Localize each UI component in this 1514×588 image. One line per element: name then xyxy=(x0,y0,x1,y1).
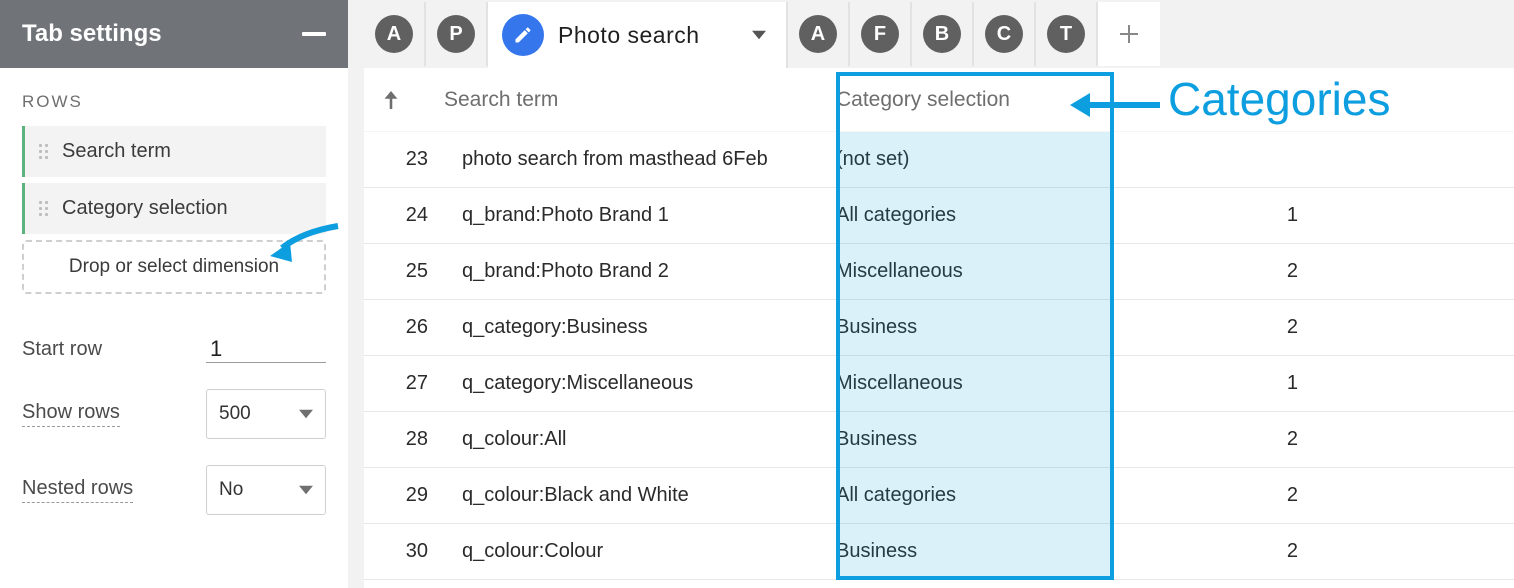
row-category: Miscellaneous xyxy=(836,260,1208,283)
start-row-input[interactable]: 1 xyxy=(206,336,326,363)
tab-c[interactable]: C xyxy=(974,2,1036,66)
table-row[interactable]: 24q_brand:Photo Brand 1All categories1 xyxy=(364,188,1514,244)
dimension-dropzone[interactable]: Drop or select dimension xyxy=(22,240,326,294)
nested-rows-value: No xyxy=(219,479,243,501)
row-term: q_category:Miscellaneous xyxy=(462,372,836,395)
row-index: 25 xyxy=(364,260,462,283)
column-head-search-term[interactable]: Search term xyxy=(444,88,836,112)
nested-rows-select[interactable]: No xyxy=(206,465,326,515)
tab-t[interactable]: T xyxy=(1036,2,1098,66)
row-index: 26 xyxy=(364,316,462,339)
row-count: 2 xyxy=(1208,428,1298,451)
row-count: 2 xyxy=(1208,260,1298,283)
dimension-label: Category selection xyxy=(62,197,228,220)
row-category: Business xyxy=(836,540,1208,563)
show-rows-select[interactable]: 500 xyxy=(206,389,326,439)
show-rows-label: Show rows xyxy=(22,401,120,427)
add-tab-button[interactable] xyxy=(1098,2,1160,66)
tab-p[interactable]: P xyxy=(426,2,488,66)
chevron-down-icon[interactable] xyxy=(752,28,766,42)
row-index: 28 xyxy=(364,428,462,451)
table-body: 23photo search from masthead 6Feb(not se… xyxy=(364,132,1514,580)
tab-circle-icon: A xyxy=(799,15,837,53)
row-category: Miscellaneous xyxy=(836,372,1208,395)
row-count: 1 xyxy=(1208,372,1298,395)
tab-f[interactable]: F xyxy=(850,2,912,66)
table-row[interactable]: 23photo search from masthead 6Feb(not se… xyxy=(364,132,1514,188)
row-term: q_colour:All xyxy=(462,428,836,451)
tab-circle-icon: A xyxy=(375,15,413,53)
table-row[interactable]: 30q_colour:ColourBusiness2 xyxy=(364,524,1514,580)
sort-asc-icon[interactable] xyxy=(382,91,400,109)
chevron-down-icon xyxy=(299,407,313,421)
tab-circle-icon: T xyxy=(1047,15,1085,53)
tab-photo-search[interactable]: Photo search xyxy=(488,2,788,68)
row-category: (not set) xyxy=(836,148,1208,171)
edit-icon xyxy=(502,14,544,56)
row-count: 1 xyxy=(1208,204,1298,227)
row-index: 27 xyxy=(364,372,462,395)
table-row[interactable]: 28q_colour:AllBusiness2 xyxy=(364,412,1514,468)
row-index: 30 xyxy=(364,540,462,563)
row-index: 23 xyxy=(364,148,462,171)
row-count: 2 xyxy=(1208,316,1298,339)
row-term: q_colour:Colour xyxy=(462,540,836,563)
collapse-icon[interactable] xyxy=(302,32,326,36)
plus-icon xyxy=(1117,22,1141,46)
start-row-label: Start row xyxy=(22,338,102,361)
row-term: q_colour:Black and White xyxy=(462,484,836,507)
row-category: Business xyxy=(836,316,1208,339)
row-category: Business xyxy=(836,428,1208,451)
row-index: 24 xyxy=(364,204,462,227)
tab-settings-header[interactable]: Tab settings xyxy=(0,0,348,68)
tabstrip: A P Photo search A F B C T xyxy=(348,0,1514,66)
main-area: A P Photo search A F B C T Search term C… xyxy=(348,0,1514,588)
table-row[interactable]: 29q_colour:Black and WhiteAll categories… xyxy=(364,468,1514,524)
show-rows-setting: Show rows 500 xyxy=(22,389,326,439)
tab-settings-body: ROWS Search term Category selection Drop… xyxy=(0,68,348,588)
tab-a[interactable]: A xyxy=(364,2,426,66)
tab-circle-icon: B xyxy=(923,15,961,53)
tab-a2[interactable]: A xyxy=(788,2,850,66)
tab-active-label: Photo search xyxy=(558,22,752,49)
dimension-search-term[interactable]: Search term xyxy=(22,126,326,177)
dimension-label: Search term xyxy=(62,140,171,163)
column-head-category[interactable]: Category selection xyxy=(836,88,1106,112)
table-row[interactable]: 27q_category:MiscellaneousMiscellaneous1 xyxy=(364,356,1514,412)
drag-handle-icon[interactable] xyxy=(39,201,48,216)
tab-b[interactable]: B xyxy=(912,2,974,66)
table-row[interactable]: 26q_category:BusinessBusiness2 xyxy=(364,300,1514,356)
row-category: All categories xyxy=(836,484,1208,507)
tab-circle-icon: C xyxy=(985,15,1023,53)
nested-rows-setting: Nested rows No xyxy=(22,465,326,515)
start-row-setting: Start row 1 xyxy=(22,336,326,363)
row-index: 29 xyxy=(364,484,462,507)
dimension-category-selection[interactable]: Category selection xyxy=(22,183,326,234)
row-term: q_category:Business xyxy=(462,316,836,339)
table-header: Search term Category selection xyxy=(364,68,1514,132)
row-count: 2 xyxy=(1208,540,1298,563)
show-rows-value: 500 xyxy=(219,403,251,425)
tab-settings-title: Tab settings xyxy=(22,20,162,48)
table-row[interactable]: 25q_brand:Photo Brand 2Miscellaneous2 xyxy=(364,244,1514,300)
tab-circle-icon: P xyxy=(437,15,475,53)
data-sheet: Search term Category selection 23photo s… xyxy=(364,68,1514,588)
tab-circle-icon: F xyxy=(861,15,899,53)
nested-rows-label: Nested rows xyxy=(22,477,133,503)
drag-handle-icon[interactable] xyxy=(39,144,48,159)
row-term: q_brand:Photo Brand 2 xyxy=(462,260,836,283)
row-category: All categories xyxy=(836,204,1208,227)
tab-settings-panel: Tab settings ROWS Search term Category s… xyxy=(0,0,348,588)
row-term: photo search from masthead 6Feb xyxy=(462,148,836,171)
chevron-down-icon xyxy=(299,483,313,497)
row-count: 2 xyxy=(1208,484,1298,507)
dropzone-label: Drop or select dimension xyxy=(69,256,279,277)
row-term: q_brand:Photo Brand 1 xyxy=(462,204,836,227)
rows-section-label: ROWS xyxy=(22,92,326,112)
